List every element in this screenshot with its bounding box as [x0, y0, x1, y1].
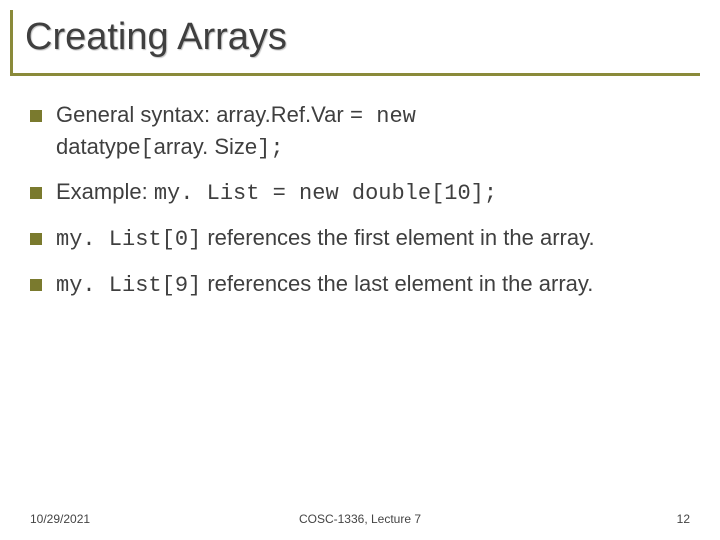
text-run: datatype: [56, 134, 140, 159]
text-run: Example:: [56, 179, 154, 204]
bullet-icon: [30, 110, 42, 122]
bullet-item: General syntax: array.Ref.Var = new data…: [30, 100, 690, 163]
code-run: [: [140, 136, 153, 161]
slide: Creating Arrays General syntax: array.Re…: [0, 0, 720, 540]
text-run: General syntax: array.Ref.Var: [56, 102, 350, 127]
slide-title: Creating Arrays: [25, 16, 700, 59]
slide-body: General syntax: array.Ref.Var = new data…: [30, 100, 690, 314]
text-run: array. Size: [154, 134, 258, 159]
code-run: = new: [350, 104, 416, 129]
bullet-icon: [30, 279, 42, 291]
bullet-item: my. List[0] references the first element…: [30, 223, 690, 255]
code-run: my. List[9]: [56, 273, 201, 298]
code-run: my. List[0]: [56, 227, 201, 252]
title-rule: Creating Arrays: [10, 10, 700, 76]
code-run: my. List = new double[10];: [154, 181, 497, 206]
bullet-icon: [30, 233, 42, 245]
text-run: references the last element in the array…: [201, 271, 593, 296]
text-run: references the first element in the arra…: [201, 225, 594, 250]
bullet-item: my. List[9] references the last element …: [30, 269, 690, 301]
title-area: Creating Arrays: [10, 10, 700, 76]
bullet-icon: [30, 187, 42, 199]
code-run: ];: [257, 136, 283, 161]
bullet-text: my. List[0] references the first element…: [56, 223, 690, 255]
bullet-text: my. List[9] references the last element …: [56, 269, 690, 301]
bullet-text: General syntax: array.Ref.Var = new data…: [56, 100, 690, 163]
slide-footer: 10/29/2021 COSC-1336, Lecture 7 12: [0, 512, 720, 526]
footer-center: COSC-1336, Lecture 7: [0, 512, 720, 526]
bullet-item: Example: my. List = new double[10];: [30, 177, 690, 209]
bullet-text: Example: my. List = new double[10];: [56, 177, 690, 209]
